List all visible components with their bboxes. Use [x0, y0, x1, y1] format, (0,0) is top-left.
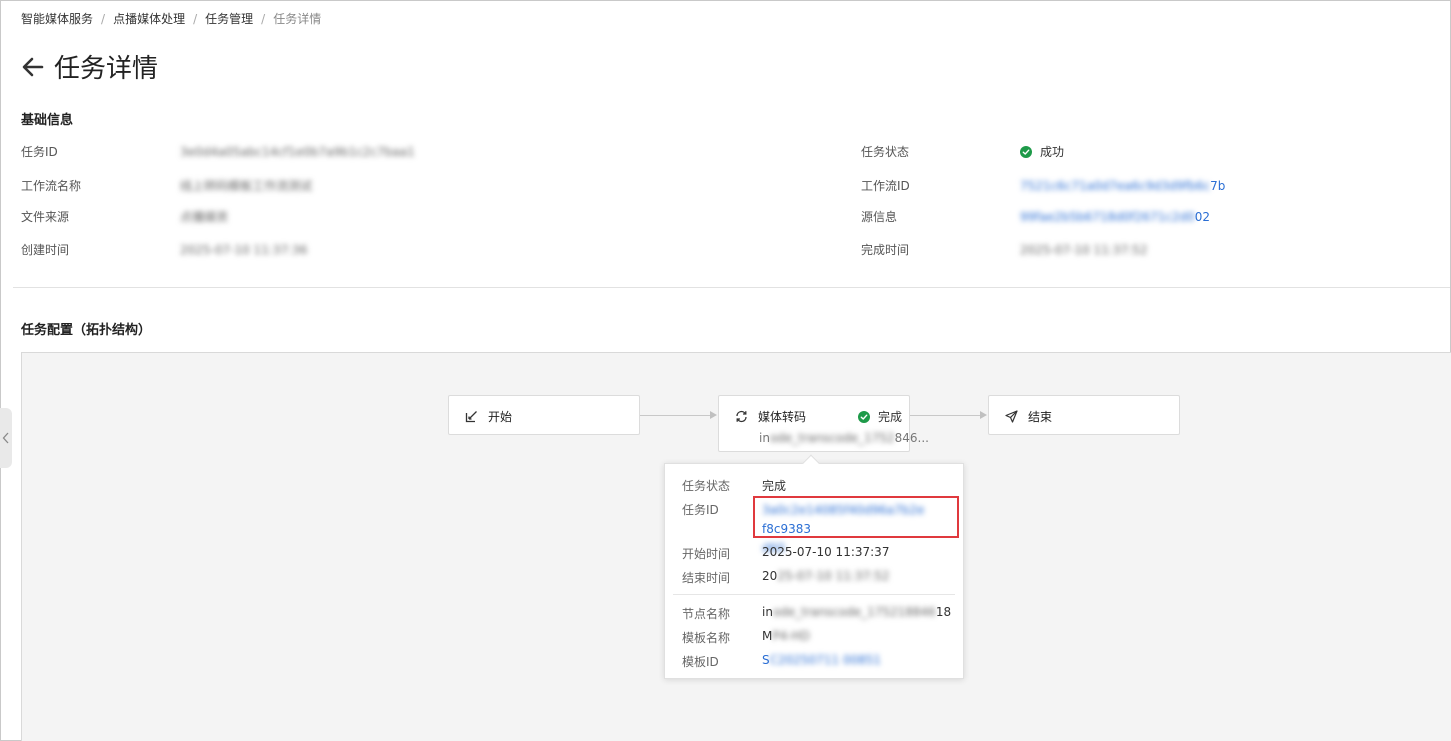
- info-label: 完成时间: [861, 243, 910, 257]
- collapse-side-tab[interactable]: [0, 408, 12, 468]
- status-text: 成功: [1040, 145, 1065, 159]
- info-value: 线上转码模板工作流测试: [180, 179, 313, 193]
- popover-label: 模板名称: [682, 631, 731, 645]
- breadcrumb-item-current: 任务详情: [273, 12, 322, 26]
- source-tail: 02: [1194, 209, 1211, 224]
- breadcrumb-item-ims[interactable]: 智能媒体服务: [21, 10, 93, 27]
- edge-start-transcode: [640, 415, 711, 416]
- title-row: 任务详情: [20, 48, 158, 85]
- popover-row-start-time: 开始时间 2025-07-10 11:37:37: [682, 545, 889, 562]
- popover-row-template-name: 模板名称 MP4-HD: [682, 629, 810, 646]
- node-transcode-status: 完成: [857, 408, 902, 425]
- popover-row-template-id: 模板ID SC20250711 00851: [682, 653, 881, 670]
- popover-value: 2025-07-10 11:37:37: [762, 545, 890, 559]
- source-link[interactable]: 99fae2b5b6718d0f2671c2d002: [1020, 210, 1210, 224]
- template-name-prefix: M: [762, 629, 773, 643]
- section-divider: [13, 287, 1450, 288]
- breadcrumb-item-task-management[interactable]: 任务管理: [205, 10, 253, 27]
- template-id-hidden: C20250711 00851: [769, 653, 882, 667]
- breadcrumb-item-vod-processing[interactable]: 点播媒体处理: [113, 10, 185, 27]
- info-label: 工作流ID: [861, 179, 910, 193]
- node-transcode[interactable]: 媒体转码 完成 inode_transcode_1752846...: [718, 395, 929, 452]
- info-value: 点播媒资: [180, 210, 229, 224]
- info-create-time: 创建时间 2025-07-10 11:37:36: [21, 241, 307, 258]
- node-name-hidden-tail: 8846: [905, 605, 936, 619]
- node-transcode-status-text: 完成: [877, 410, 902, 424]
- workflow-id-hidden: 7521c6c71a0d7ea6c9d3d9fb6c: [1020, 178, 1211, 193]
- source-hidden: 99fae2b5b6718d0f2671c2d0: [1020, 209, 1195, 224]
- info-task-status: 任务状态 成功: [861, 143, 1064, 160]
- popover-label: 任务状态: [682, 479, 731, 493]
- end-time-prefix: 20: [762, 569, 778, 583]
- popover-label: 结束时间: [682, 571, 731, 585]
- workflow-id-tail: 7b: [1210, 178, 1226, 193]
- refresh-icon: [736, 410, 747, 423]
- subtitle-tail: 846...: [894, 431, 929, 445]
- popover-label: 节点名称: [682, 607, 731, 621]
- info-label: 文件来源: [21, 210, 70, 224]
- workflow-id-link[interactable]: 7521c6c71a0d7ea6c9d3d9fb6c7b: [1020, 179, 1225, 193]
- send-icon: [1005, 410, 1018, 423]
- info-source: 源信息 99fae2b5b6718d0f2671c2d002: [861, 208, 1210, 225]
- subtitle-hidden: ode_transcode_1752: [769, 431, 895, 445]
- status-badge: 成功: [1020, 143, 1064, 160]
- node-end[interactable]: 结束: [988, 395, 1180, 435]
- breadcrumb-separator: /: [261, 11, 266, 26]
- node-start[interactable]: 开始: [448, 395, 640, 435]
- end-time-hidden: 25-07-10 11:37:52: [777, 569, 890, 583]
- node-end-label: 结束: [1028, 410, 1053, 424]
- subtitle-prefix: in: [759, 431, 770, 445]
- popover-row-status: 任务状态 完成: [682, 477, 786, 494]
- info-label: 任务ID: [21, 145, 58, 159]
- info-file-source: 文件来源 点播媒资: [21, 208, 228, 225]
- breadcrumb-separator: /: [101, 11, 106, 26]
- start-edit-icon: [465, 411, 477, 423]
- info-label: 创建时间: [21, 243, 70, 257]
- node-name-prefix: in: [762, 605, 773, 619]
- info-label: 工作流名称: [21, 179, 82, 193]
- edge-arrow-head: [980, 411, 987, 419]
- node-name-hidden: ode_transcode_17521: [772, 605, 906, 619]
- basic-info-title: 基础信息: [21, 113, 74, 128]
- chevron-left-icon: [2, 432, 9, 444]
- node-name-tail: 18: [935, 605, 952, 619]
- breadcrumb: 智能媒体服务 / 点播媒体处理 / 任务管理 / 任务详情: [21, 10, 321, 27]
- info-workflow-name: 工作流名称 线上转码模板工作流测试: [21, 177, 312, 194]
- highlight-box: [753, 496, 959, 538]
- popover-row-node-name: 节点名称 inode_transcode_17521884618: [682, 605, 951, 622]
- info-value: 2025-07-10 11:37:36: [180, 242, 308, 257]
- back-arrow-icon[interactable]: [20, 54, 46, 80]
- success-check-icon: [857, 410, 870, 423]
- edge-arrow-head: [710, 411, 717, 419]
- info-label: 源信息: [861, 210, 898, 224]
- popover-label: 模板ID: [682, 655, 719, 669]
- breadcrumb-separator: /: [193, 11, 198, 26]
- info-workflow-id: 工作流ID 7521c6c71a0d7ea6c9d3d9fb6c7b: [861, 177, 1225, 194]
- info-task-id: 任务ID 3e0d4a05abc14cf1e0b7a9b1c2c7baa1: [21, 143, 415, 160]
- popover-value: 完成: [762, 479, 787, 493]
- template-id-prefix: S: [762, 653, 770, 667]
- node-transcode-subtitle: inode_transcode_1752846...: [759, 431, 929, 445]
- info-value: 2025-07-10 11:37:52: [1020, 242, 1148, 257]
- info-label: 任务状态: [861, 145, 910, 159]
- node-transcode-label: 媒体转码: [758, 410, 807, 424]
- page-title: 任务详情: [54, 54, 159, 84]
- info-finish-time: 完成时间 2025-07-10 11:37:52: [861, 241, 1147, 258]
- popover-row-end-time: 结束时间 2025-07-10 11:37:52: [682, 569, 889, 586]
- success-check-icon: [1020, 145, 1032, 158]
- topology-title: 任务配置（拓扑结构）: [21, 323, 152, 338]
- template-name-hidden: P4-HD: [772, 629, 810, 643]
- info-value: 3e0d4a05abc14cf1e0b7a9b1c2c7baa1: [180, 144, 415, 159]
- popover-label: 开始时间: [682, 547, 731, 561]
- edge-transcode-end: [910, 415, 981, 416]
- popover-divider: [673, 594, 955, 595]
- node-start-label: 开始: [488, 410, 513, 424]
- template-id-link[interactable]: SC20250711 00851: [762, 653, 881, 670]
